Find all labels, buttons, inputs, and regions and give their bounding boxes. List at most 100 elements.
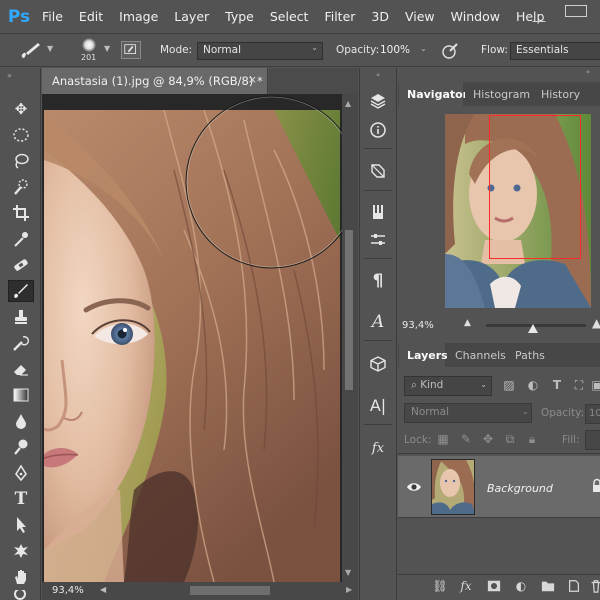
brush-preset-icon[interactable] <box>18 41 42 61</box>
close-icon[interactable]: × <box>248 73 257 86</box>
minimize-button[interactable] <box>532 0 546 22</box>
zoom-level[interactable]: 93,4% <box>52 585 84 596</box>
lasso-tool-icon[interactable] <box>8 150 34 172</box>
brush-size-dropdown-icon[interactable]: ▼ <box>104 44 110 53</box>
brush-preset-dropdown-icon[interactable]: ▼ <box>47 44 53 53</box>
blend-mode-select[interactable]: Normal <box>404 403 532 423</box>
brush-tool-icon[interactable] <box>8 280 34 302</box>
scroll-right-icon[interactable]: ▶ <box>346 585 352 594</box>
navigator-zoom-value[interactable]: 93,4% <box>402 320 434 331</box>
menu-help[interactable]: Help <box>508 9 553 24</box>
3d-cube-icon[interactable] <box>366 353 390 375</box>
eyedropper-tool-icon[interactable] <box>8 228 34 250</box>
layer-thumbnail[interactable] <box>431 459 475 515</box>
brush-tip-preview-icon[interactable] <box>82 38 96 52</box>
mode-select[interactable]: Normal ⌄ <box>197 42 323 60</box>
menu-3d[interactable]: 3D <box>363 9 397 24</box>
delete-layer-icon[interactable] <box>588 578 600 594</box>
menu-edit[interactable]: Edit <box>71 9 111 24</box>
tab-channels[interactable]: Channels <box>447 343 506 367</box>
custom-shape-tool-icon[interactable] <box>8 540 34 562</box>
paragraph-icon[interactable]: ¶ <box>366 270 390 292</box>
filter-pixel-icon[interactable]: ▨ <box>502 378 516 392</box>
zoom-in-icon[interactable]: ▲ <box>592 316 600 330</box>
new-adjustment-layer-icon[interactable]: ◐ <box>513 578 529 594</box>
menu-type[interactable]: Type <box>217 9 262 24</box>
navigator-zoom-slider-thumb[interactable] <box>528 324 538 333</box>
add-mask-icon[interactable] <box>486 578 502 594</box>
filter-type-icon[interactable]: T <box>550 378 564 392</box>
clone-source-icon[interactable] <box>366 160 390 182</box>
pen-tool-icon[interactable] <box>8 462 34 484</box>
clone-stamp-tool-icon[interactable] <box>8 306 34 328</box>
collapse-icon[interactable]: « <box>376 71 380 79</box>
menu-file[interactable]: File <box>34 9 71 24</box>
crop-tool-icon[interactable] <box>8 202 34 224</box>
hand-tool-icon[interactable] <box>8 566 34 588</box>
info-icon[interactable] <box>366 119 390 141</box>
menu-window[interactable]: Window <box>443 9 508 24</box>
layer-name[interactable]: Background <box>487 482 553 495</box>
link-layers-icon[interactable]: ⛓ <box>432 578 448 594</box>
3d-panel-icon[interactable] <box>366 90 390 112</box>
scroll-up-icon[interactable]: ▲ <box>345 99 351 108</box>
zoom-tool-icon[interactable] <box>8 590 34 600</box>
opacity-input[interactable]: 100% <box>380 44 410 56</box>
path-selection-tool-icon[interactable] <box>8 514 34 536</box>
status-menu-icon[interactable]: ◀ <box>100 585 106 594</box>
lock-all-icon[interactable]: 🔒︎ <box>525 432 539 446</box>
navigator-view-box[interactable] <box>489 115 581 259</box>
new-layer-icon[interactable] <box>566 578 582 594</box>
filter-smart-object-icon[interactable]: ▣ <box>590 378 600 392</box>
history-brush-tool-icon[interactable] <box>8 332 34 354</box>
lock-image-pixels-icon[interactable]: ✎ <box>459 432 473 446</box>
dodge-tool-icon[interactable] <box>8 436 34 458</box>
tab-layers[interactable]: Layers <box>399 343 448 367</box>
filter-adjustment-icon[interactable]: ◐ <box>526 378 540 392</box>
zoom-out-icon[interactable]: ▲ <box>464 318 471 328</box>
character-icon[interactable]: A <box>366 311 390 333</box>
actions-icon[interactable]: fx <box>366 437 390 459</box>
toggle-brush-panel-button[interactable] <box>121 41 141 59</box>
move-tool-icon[interactable]: ✥ <box>8 98 34 120</box>
tab-navigator[interactable]: Navigator <box>399 82 468 106</box>
marquee-tool-icon[interactable] <box>8 124 34 146</box>
menu-filter[interactable]: Filter <box>316 9 363 24</box>
workspace-select[interactable]: Essentials <box>510 42 600 60</box>
menu-select[interactable]: Select <box>262 9 317 24</box>
menu-layer[interactable]: Layer <box>166 9 217 24</box>
horizontal-scroll-thumb[interactable] <box>190 586 270 595</box>
collapse-icon[interactable]: » <box>7 71 12 80</box>
layer-opacity-input[interactable]: 100 <box>585 404 600 424</box>
new-group-icon[interactable] <box>540 578 556 594</box>
lock-transparent-pixels-icon[interactable]: ▦ <box>436 432 450 446</box>
menu-view[interactable]: View <box>397 9 443 24</box>
gradient-tool-icon[interactable] <box>8 384 34 406</box>
restore-button[interactable] <box>565 5 587 17</box>
vertical-scroll-thumb[interactable] <box>345 230 353 390</box>
character-styles-icon[interactable]: A| <box>366 394 390 416</box>
adjustments-icon[interactable] <box>366 229 390 251</box>
type-tool-icon[interactable]: T <box>8 488 34 510</box>
blur-tool-icon[interactable] <box>8 410 34 432</box>
layer-filter-select[interactable]: ⌕ Kind ⌄ <box>404 376 492 396</box>
quick-selection-tool-icon[interactable] <box>8 176 34 198</box>
filter-shape-icon[interactable]: ⛶ <box>572 378 586 392</box>
eye-icon[interactable] <box>406 481 422 493</box>
fill-input[interactable] <box>585 430 600 450</box>
eraser-tool-icon[interactable] <box>8 358 34 380</box>
scroll-down-icon[interactable]: ▼ <box>345 568 351 577</box>
tab-histogram[interactable]: Histogram <box>465 82 531 106</box>
healing-brush-tool-icon[interactable] <box>8 254 34 276</box>
document-tab[interactable]: Anastasia (1).jpg @ 84,9% (RGB/8) * × <box>42 68 268 94</box>
collapse-icon[interactable]: » <box>586 68 590 76</box>
tab-history[interactable]: History <box>533 82 583 106</box>
pressure-opacity-icon[interactable] <box>440 41 460 61</box>
lock-artboard-icon[interactable]: ⧉ <box>503 432 517 446</box>
menu-image[interactable]: Image <box>111 9 166 24</box>
brush-presets-icon[interactable] <box>366 201 390 223</box>
tab-paths[interactable]: Paths <box>507 343 551 367</box>
add-layer-style-icon[interactable]: fx <box>458 578 474 594</box>
lock-position-icon[interactable]: ✥ <box>481 432 495 446</box>
opacity-dropdown-icon[interactable]: ⌄ <box>420 44 427 53</box>
